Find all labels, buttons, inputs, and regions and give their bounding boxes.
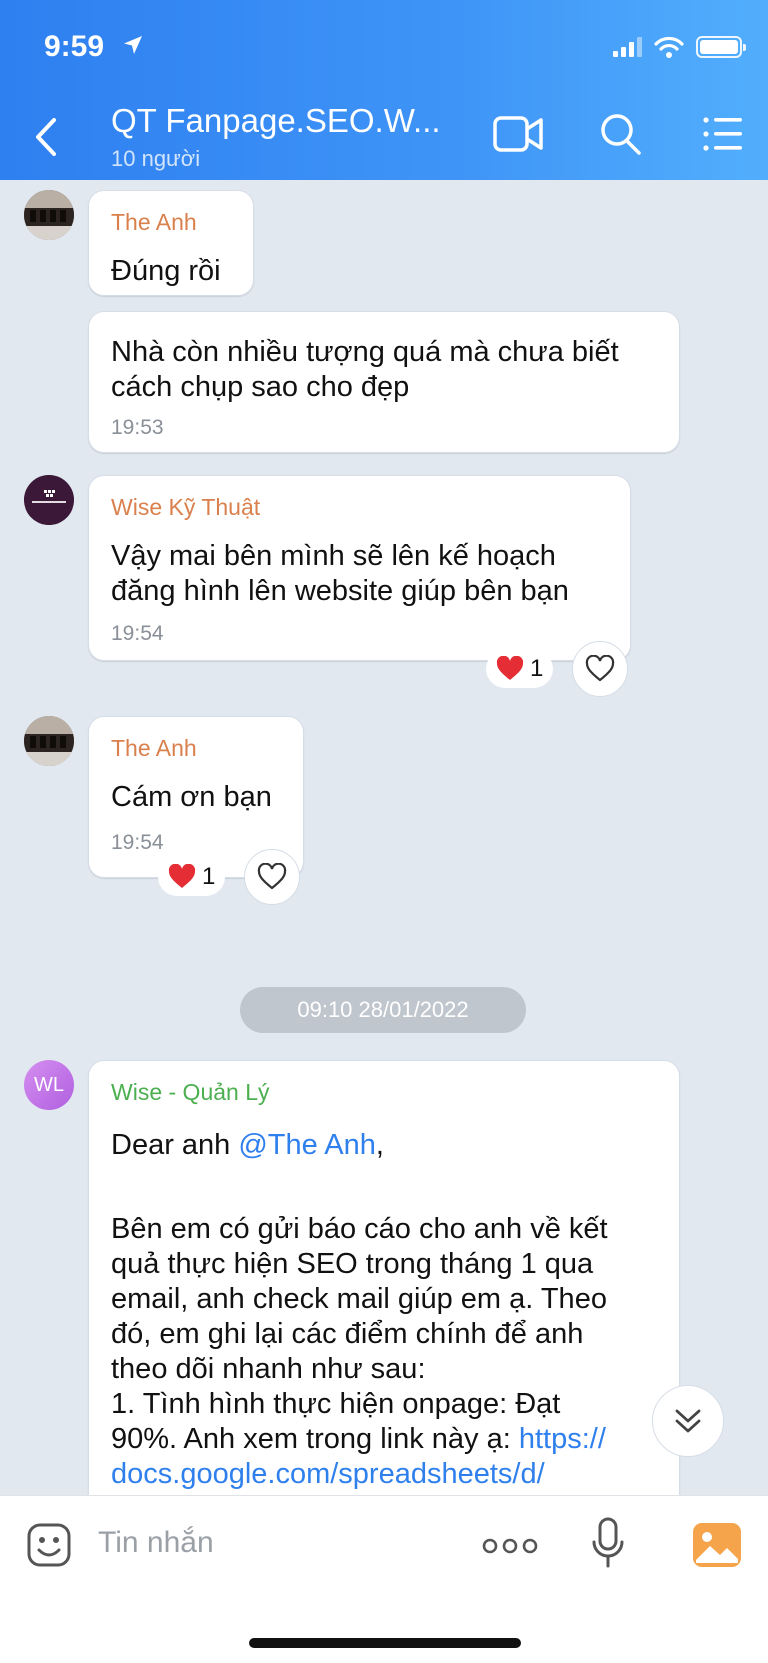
- wifi-icon: [654, 36, 684, 58]
- member-count: 10 người: [111, 146, 201, 171]
- message-text-line: đó, em ghi lại các điểm chính để anh: [111, 1318, 584, 1350]
- message-text: Đúng rồi: [111, 255, 221, 287]
- message-timestamp: 19:54: [111, 831, 164, 854]
- sender-name: The Anh: [111, 735, 197, 761]
- spreadsheet-link-continued[interactable]: docs.google.com/spreadsheets/d/: [111, 1456, 545, 1493]
- heart-reaction-icon: [496, 656, 524, 680]
- reaction-summary[interactable]: 1: [158, 858, 226, 896]
- react-heart-button[interactable]: [244, 849, 300, 905]
- battery-icon: [696, 36, 746, 58]
- avatar[interactable]: [24, 716, 74, 766]
- message-text-line: Nhà còn nhiều tượng quá mà chưa biết: [111, 336, 619, 368]
- status-indicators: [613, 36, 746, 58]
- avatar[interactable]: WL: [24, 1060, 74, 1110]
- double-chevron-down-icon: [675, 1409, 701, 1433]
- message-text-line: 90%. Anh xem trong link này ạ: https://: [111, 1421, 606, 1458]
- date-separator: 09:10 28/01/2022: [240, 987, 526, 1033]
- message-input-bar: Tin nhắn: [0, 1495, 768, 1663]
- message-timestamp: 19:53: [111, 416, 164, 439]
- chat-title[interactable]: QT Fanpage.SEO.W...: [111, 102, 441, 140]
- search-icon[interactable]: [598, 110, 644, 158]
- heart-reaction-icon: [168, 864, 196, 888]
- image-gallery-icon[interactable]: [692, 1522, 742, 1568]
- menu-list-icon[interactable]: [700, 110, 746, 158]
- message-text-line: Vậy mai bên mình sẽ lên kế hoạch: [111, 540, 556, 572]
- status-time: 9:59: [44, 30, 105, 63]
- greeting-text: Dear anh: [111, 1129, 239, 1161]
- reaction-count: 1: [202, 863, 216, 890]
- message-bubble[interactable]: Nhà còn nhiều tượng quá mà chưa biết các…: [88, 311, 680, 453]
- video-call-icon[interactable]: [492, 110, 544, 158]
- link-intro-text: 90%. Anh xem trong link này ạ:: [111, 1423, 519, 1455]
- microphone-icon[interactable]: [590, 1516, 626, 1572]
- back-button[interactable]: [26, 112, 66, 162]
- location-arrow-icon: [124, 36, 142, 54]
- heart-outline-icon: [585, 655, 615, 682]
- message-text-line: cách chụp sao cho đẹp: [111, 371, 410, 403]
- greeting-punct: ,: [375, 1129, 384, 1161]
- message-text-line: quả thực hiện SEO trong tháng 1 qua: [111, 1248, 594, 1280]
- cellular-signal-icon: [613, 37, 642, 57]
- sender-name: Wise - Quản Lý: [111, 1079, 270, 1105]
- heart-outline-icon: [257, 863, 287, 890]
- reaction-count: 1: [530, 655, 544, 682]
- message-text: Cám ơn bạn: [111, 781, 272, 813]
- message-input[interactable]: Tin nhắn: [98, 1526, 214, 1560]
- message-text-line: Bên em có gửi báo cáo cho anh về kết: [111, 1213, 608, 1245]
- message-text-line: 1. Tình hình thực hiện onpage: Đạt: [111, 1388, 561, 1420]
- more-options-icon[interactable]: [482, 1536, 538, 1556]
- home-indicator: [249, 1638, 521, 1648]
- avatar[interactable]: [24, 475, 74, 525]
- avatar[interactable]: [24, 190, 74, 240]
- react-heart-button[interactable]: [572, 641, 628, 697]
- sender-name: Wise Kỹ Thuật: [111, 494, 261, 520]
- message-list[interactable]: The Anh Đúng rồi Nhà còn nhiều tượng quá…: [0, 180, 768, 1495]
- sender-name: The Anh: [111, 209, 197, 235]
- spreadsheet-link[interactable]: https://: [519, 1423, 606, 1455]
- message-text-line: theo dõi nhanh như sau:: [111, 1353, 426, 1385]
- message-bubble[interactable]: The Anh Đúng rồi: [88, 190, 254, 296]
- message-timestamp: 19:54: [111, 622, 164, 645]
- message-greeting: Dear anh @The Anh,: [111, 1127, 384, 1164]
- reaction-summary[interactable]: 1: [486, 650, 554, 688]
- mention-link[interactable]: @The Anh: [238, 1129, 375, 1161]
- sticker-emoji-icon[interactable]: [26, 1522, 72, 1568]
- chat-header: 9:59 QT Fanpage.SEO.W... 10 người: [0, 0, 768, 180]
- message-bubble[interactable]: Wise Kỹ Thuật Vậy mai bên mình sẽ lên kế…: [88, 475, 631, 661]
- scroll-to-bottom-button[interactable]: [652, 1385, 724, 1457]
- message-text-line: đăng hình lên website giúp bên bạn: [111, 575, 569, 607]
- message-bubble[interactable]: Wise - Quản Lý Dear anh @The Anh, Bên em…: [88, 1060, 680, 1495]
- message-text-line: email, anh check mail giúp em ạ. Theo: [111, 1283, 607, 1315]
